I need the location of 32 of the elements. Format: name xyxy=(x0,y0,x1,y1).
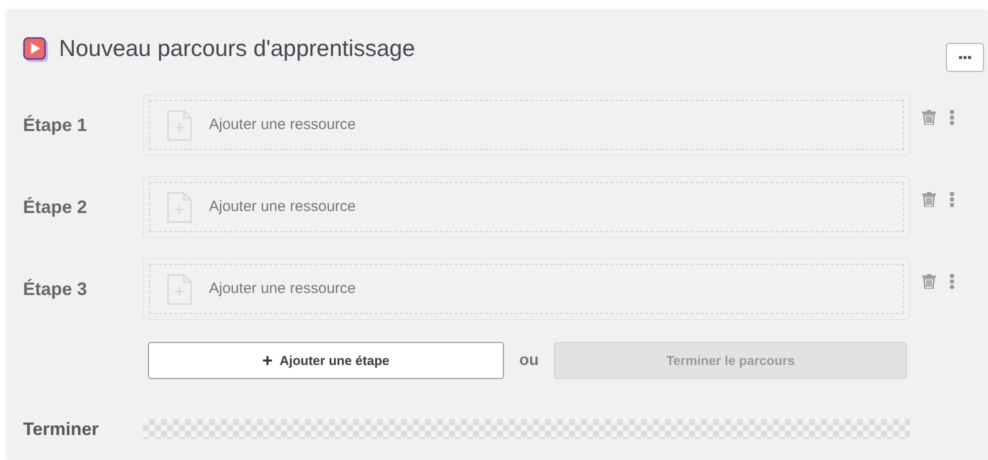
resource-dropzone[interactable]: Ajouter une ressource xyxy=(143,94,910,156)
add-file-icon xyxy=(167,274,192,304)
add-resource-placeholder: Ajouter une ressource xyxy=(209,278,356,299)
add-resource-placeholder: Ajouter une ressource xyxy=(209,196,356,217)
kebab-icon xyxy=(950,110,954,124)
more-icon xyxy=(959,56,971,60)
delete-button[interactable] xyxy=(922,192,936,206)
add-file-icon xyxy=(167,192,192,222)
kebab-icon xyxy=(950,192,954,206)
kebab-icon xyxy=(950,274,954,288)
step-menu-button[interactable] xyxy=(950,274,954,288)
trash-icon xyxy=(922,192,936,206)
add-resource-placeholder: Ajouter une ressource xyxy=(209,114,356,135)
resource-dropzone[interactable]: Ajouter une ressource xyxy=(143,258,910,320)
step-label: Étape 3 xyxy=(22,278,88,301)
add-step-button[interactable]: Ajouter une étape xyxy=(148,342,504,379)
trash-icon xyxy=(922,274,936,288)
delete-button[interactable] xyxy=(922,110,936,124)
delete-button[interactable] xyxy=(922,274,936,288)
play-icon xyxy=(23,36,49,62)
trash-icon xyxy=(922,110,936,124)
step-menu-button[interactable] xyxy=(950,110,954,124)
add-file-icon xyxy=(167,110,192,140)
step-label: Étape 2 xyxy=(22,196,88,219)
step-label: Étape 1 xyxy=(22,114,88,137)
plus-icon xyxy=(262,356,272,365)
finish-section-label: Terminer xyxy=(22,419,100,439)
more-options-button[interactable] xyxy=(946,43,984,72)
page-title: Nouveau parcours d'apprentissage xyxy=(59,34,416,64)
step-menu-button[interactable] xyxy=(950,192,954,206)
resource-dropzone[interactable]: Ajouter une ressource xyxy=(143,176,910,238)
or-separator: ou xyxy=(518,350,540,370)
